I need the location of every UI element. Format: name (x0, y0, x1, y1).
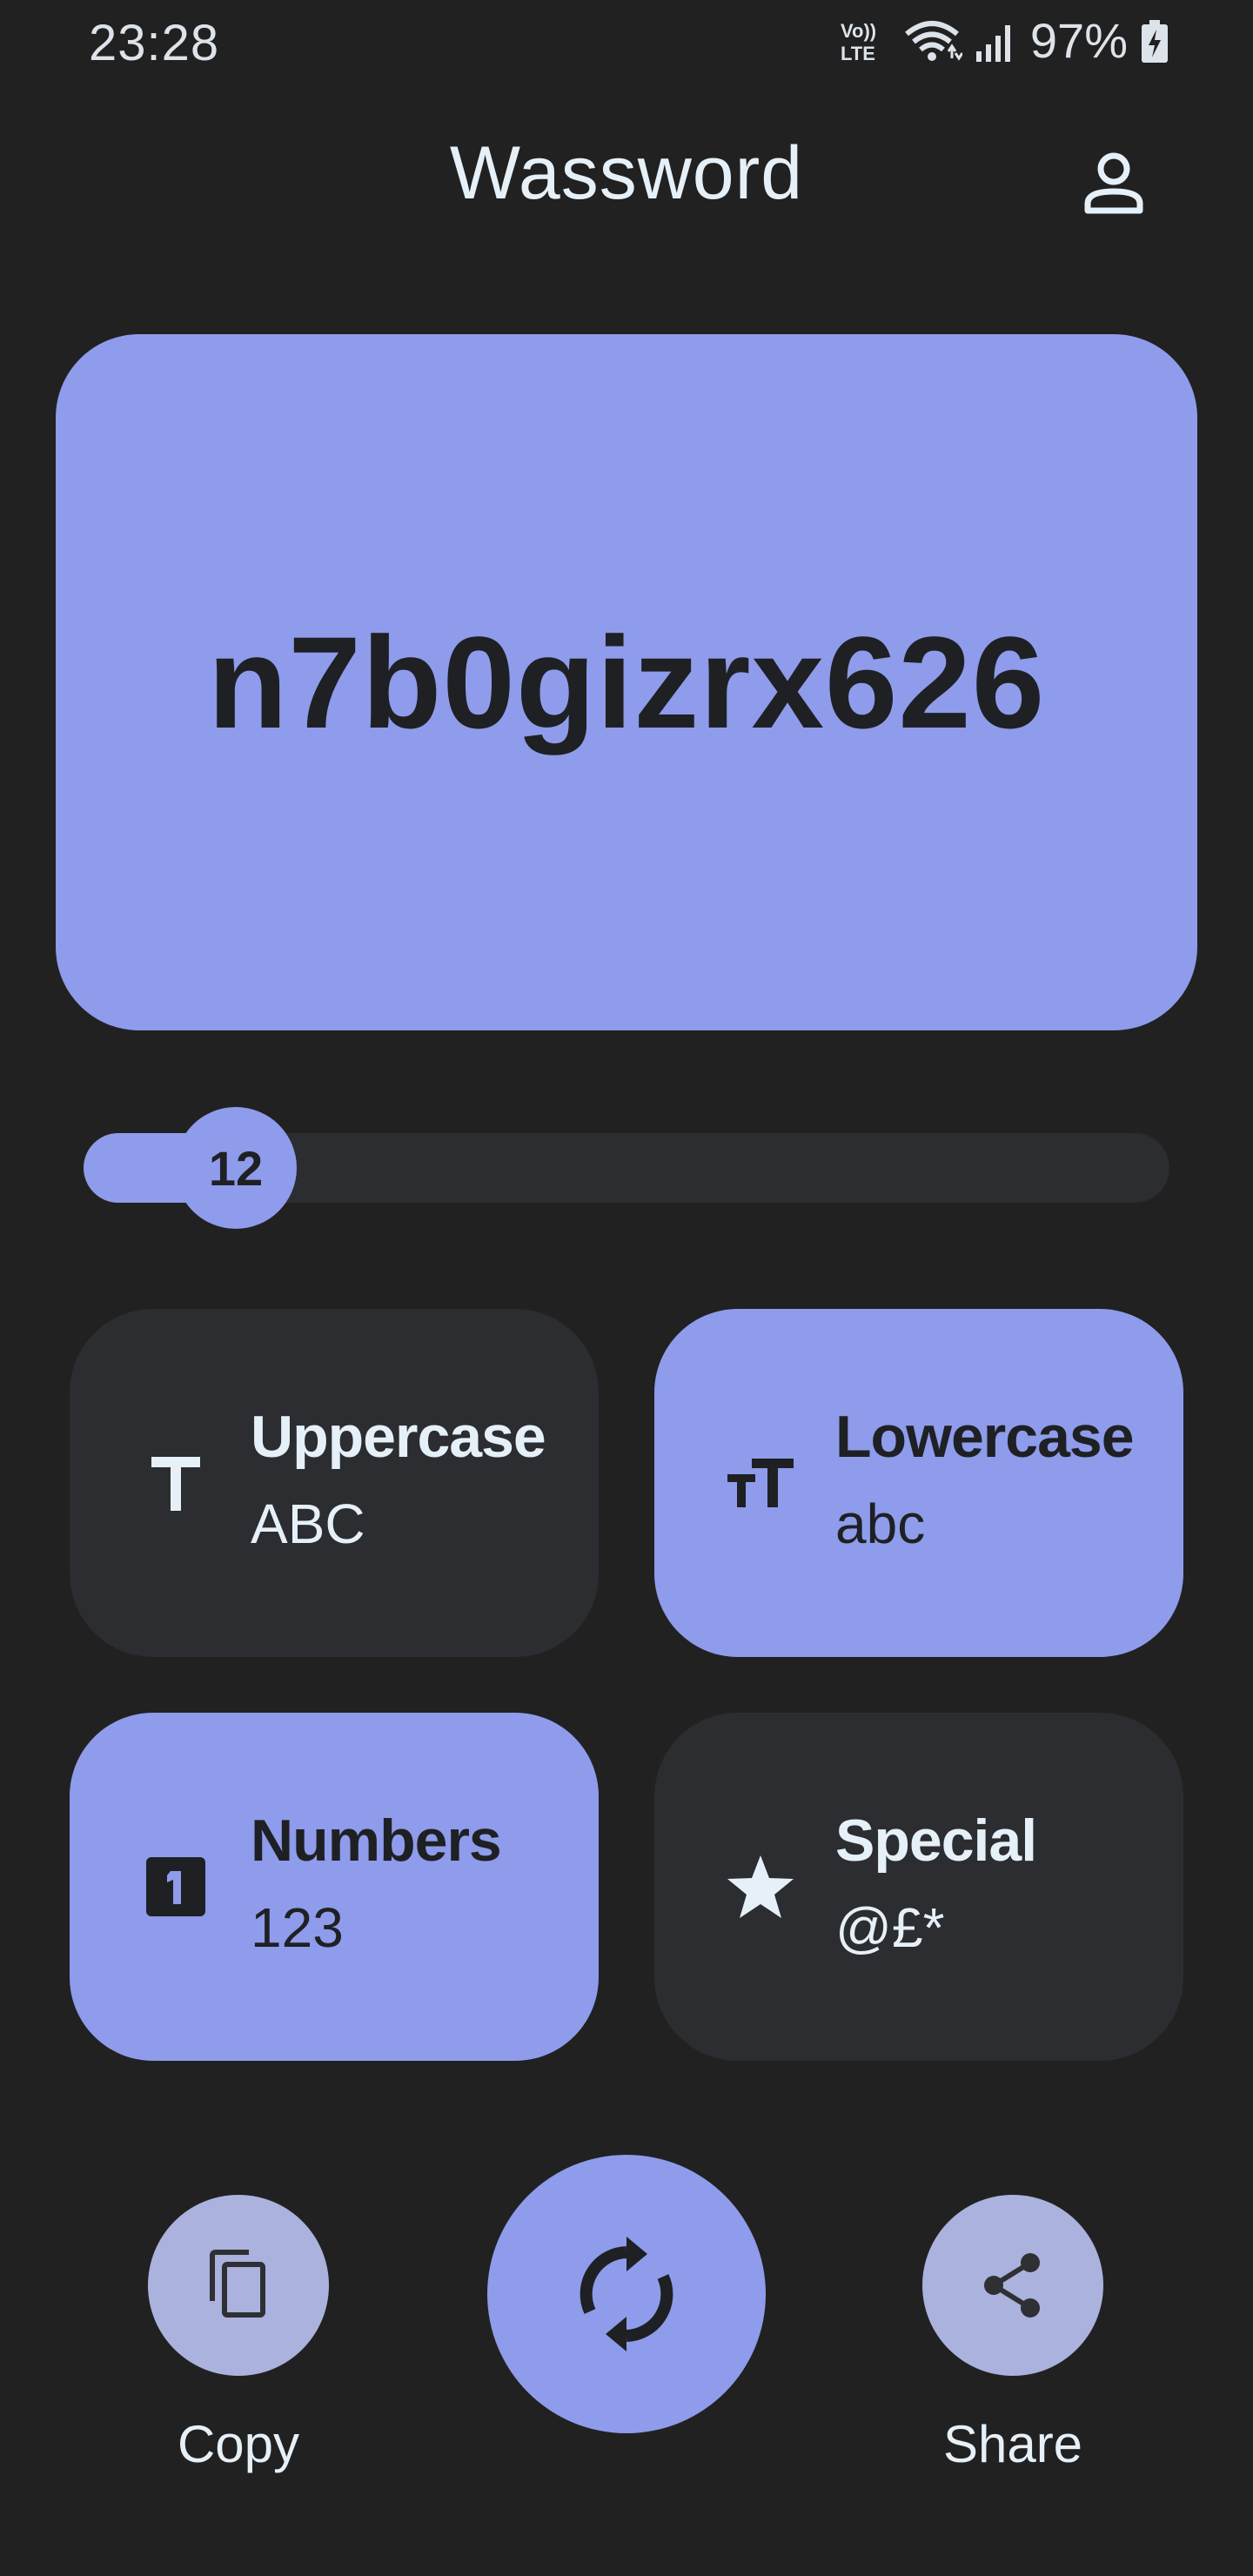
uppercase-t-icon (141, 1448, 211, 1518)
account-button[interactable] (1070, 139, 1157, 226)
signal-icon (975, 24, 1010, 62)
copy-button[interactable] (148, 2195, 329, 2376)
slider-thumb[interactable]: 12 (175, 1107, 297, 1229)
password-display-card[interactable]: n7b0gizrx626 (56, 334, 1197, 1030)
tile-title: Special (835, 1808, 1037, 1874)
uppercase-toggle-tile[interactable]: Uppercase ABC (70, 1309, 599, 1657)
share-button[interactable] (922, 2195, 1103, 2376)
person-outline-icon (1084, 152, 1143, 214)
tile-sample: ABC (251, 1493, 365, 1555)
text-size-icon (726, 1448, 795, 1518)
tile-sample: 123 (251, 1896, 344, 1959)
regenerate-button[interactable] (487, 2155, 766, 2433)
status-time: 23:28 (89, 15, 220, 71)
status-icons: Vo)) LTE 97% (837, 12, 1169, 69)
svg-text:Vo)): Vo)) (841, 20, 876, 42)
tile-sample: @£* (835, 1896, 945, 1959)
wifi-icon (904, 20, 962, 61)
refresh-icon (580, 2237, 673, 2351)
battery-charging-icon (1142, 19, 1168, 63)
screen: 23:28 Vo)) LTE 97% Wassword n7b0gizrx626… (0, 0, 1253, 2576)
app-title: Wassword (449, 131, 804, 215)
lowercase-toggle-tile[interactable]: Lowercase abc (654, 1309, 1183, 1657)
status-bar: 23:28 Vo)) LTE 97% (0, 0, 1253, 84)
svg-text:LTE: LTE (841, 43, 875, 64)
share-label: Share (942, 2415, 1083, 2473)
copy-icon (210, 2250, 265, 2318)
tile-sample: abc (835, 1493, 926, 1555)
volte-icon: Vo)) LTE (841, 20, 876, 64)
number-one-box-icon (141, 1852, 211, 1922)
tile-title: Uppercase (251, 1404, 546, 1470)
copy-label: Copy (177, 2415, 300, 2473)
generated-password: n7b0gizrx626 (207, 608, 1046, 755)
battery-percent: 97% (1029, 13, 1128, 68)
special-toggle-tile[interactable]: Special @£* (654, 1713, 1183, 2061)
tile-title: Numbers (251, 1808, 502, 1874)
tile-title: Lowercase (835, 1404, 1135, 1470)
slider-value: 12 (208, 1140, 264, 1196)
numbers-toggle-tile[interactable]: Numbers 123 (70, 1713, 599, 2061)
length-slider[interactable]: 12 (84, 1107, 1169, 1229)
share-icon (984, 2253, 1040, 2318)
star-icon (726, 1852, 795, 1922)
